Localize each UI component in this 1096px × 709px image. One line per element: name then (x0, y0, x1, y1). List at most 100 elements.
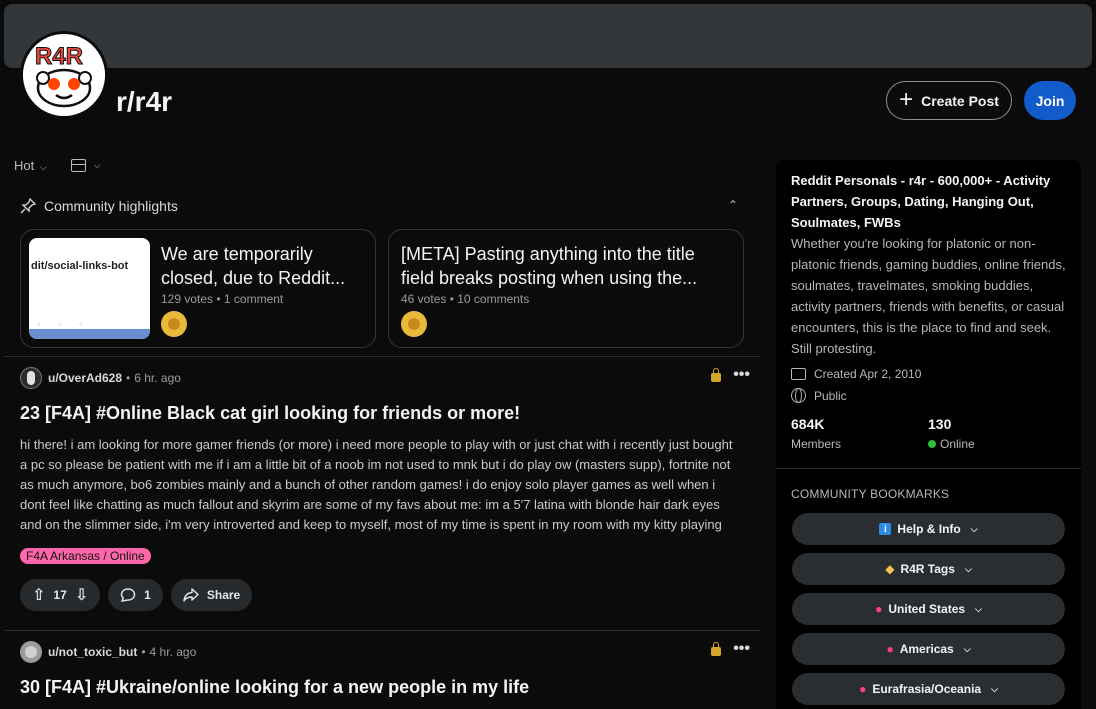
highlight-card[interactable]: dit/social-links-bot ○ ○ ○ We are temporar… (20, 229, 376, 348)
r4r-logo: R4R (23, 34, 105, 116)
pushpin-icon: ● (859, 682, 867, 696)
moderator-avatar (401, 311, 427, 337)
pushpin-icon: ● (875, 602, 883, 616)
join-button[interactable]: Join (1024, 81, 1076, 120)
chevron-down-icon: ⌵ (991, 683, 998, 694)
post-actions: ••• (711, 367, 750, 383)
chevron-down-icon: ⌵ (39, 162, 47, 172)
post-author[interactable]: u/OverAd628 (48, 371, 122, 385)
vote-control: ⇧ 17 ⇩ (20, 579, 101, 611)
separator-dot: • (141, 645, 146, 659)
view-layout-dropdown[interactable]: ⌵ (70, 159, 101, 172)
plus-icon: + (899, 85, 914, 113)
chevron-down-icon: ⌵ (964, 563, 972, 574)
members-label: Members (791, 437, 842, 451)
bookmark-label: R4R Tags (900, 562, 955, 576)
sidebar-divider (776, 468, 1081, 469)
divider (4, 356, 760, 357)
online-count: 130 (928, 416, 952, 432)
online-dot-icon (928, 440, 936, 448)
bookmark-label: United States (888, 602, 966, 616)
bookmark-label: Help & Info (897, 522, 961, 536)
sort-dropdown[interactable]: Hot ⌵ (14, 158, 47, 173)
globe-icon (791, 388, 806, 403)
more-options-icon[interactable]: ••• (733, 641, 750, 657)
community-banner (4, 4, 1092, 68)
post-action-bar: ⇧ 17 ⇩ 1 Share (20, 579, 750, 611)
moderator-avatar (161, 311, 187, 337)
community-highlights-header[interactable]: Community highlights ⌃ (20, 198, 740, 214)
chevron-down-icon: ⌵ (93, 160, 101, 170)
share-button[interactable]: Share (170, 579, 253, 611)
chevron-down-icon: ⌵ (975, 603, 982, 614)
user-avatar[interactable] (20, 367, 42, 389)
post-time: 6 hr. ago (134, 371, 181, 385)
bookmark-label: Americas (899, 642, 954, 656)
pushpin-icon: ● (886, 642, 894, 656)
card-layout-icon (70, 159, 86, 172)
collapse-chevron-icon[interactable]: ⌃ (728, 198, 738, 212)
sidebar-title: Reddit Personals - r4r - 600,000+ - Acti… (791, 173, 1051, 230)
community-sidebar: Reddit Personals - r4r - 600,000+ - Acti… (776, 160, 1081, 709)
bookmark-united-states[interactable]: ● United States ⌵ (792, 593, 1065, 625)
post[interactable]: u/not_toxic_but • 4 hr. ago ••• 30 [F4A]… (20, 641, 750, 699)
lock-icon (711, 641, 722, 656)
thumbnail-icons: ○ ○ ○ (37, 322, 83, 328)
members-stat: 684K Members (791, 416, 841, 451)
comment-count: 1 (144, 588, 151, 602)
cake-icon (791, 368, 806, 380)
share-icon (183, 588, 199, 602)
visibility: Public (814, 388, 847, 403)
comment-icon (120, 588, 136, 602)
thumbnail-text: dit/social-links-bot (31, 260, 129, 272)
post[interactable]: u/OverAd628 • 6 hr. ago ••• 23 [F4A] #On… (20, 367, 750, 611)
online-stat: 130 Online (928, 416, 975, 451)
create-post-button[interactable]: + Create Post (886, 81, 1012, 120)
upvote-icon[interactable]: ⇧ (32, 585, 45, 605)
info-icon: i (879, 523, 892, 535)
chevron-down-icon: ⌵ (970, 523, 978, 534)
bookmarks-heading: COMMUNITY BOOKMARKS (791, 487, 950, 501)
bookmark-americas[interactable]: ● Americas ⌵ (792, 633, 1065, 665)
sort-bar: Hot ⌵ ⌵ (14, 158, 101, 173)
bookmark-label: Eurafrasia/Oceania (872, 682, 982, 696)
post-author[interactable]: u/not_toxic_but (48, 645, 137, 659)
bookmark-r4r-tags[interactable]: ◆ R4R Tags ⌵ (792, 553, 1065, 585)
comments-button[interactable]: 1 (108, 579, 163, 611)
post-header: u/OverAd628 • 6 hr. ago ••• (20, 367, 750, 389)
highlights-heading: Community highlights (44, 198, 178, 214)
tag-icon: ◆ (885, 562, 895, 576)
sidebar-description: Whether you're looking for platonic or n… (791, 236, 1066, 356)
post-title[interactable]: 30 [F4A] #Ukraine/online looking for a n… (20, 675, 750, 699)
divider (4, 630, 760, 631)
post-title[interactable]: 23 [F4A] #Online Black cat girl looking … (20, 401, 750, 425)
highlight-title: [META] Pasting anything into the title f… (401, 244, 698, 288)
vote-count: 17 (53, 588, 67, 602)
sort-selected: Hot (14, 158, 35, 173)
members-count: 684K (791, 416, 825, 432)
online-label-row: Online (928, 437, 975, 451)
online-label: Online (940, 437, 975, 451)
logo-text: R4R (35, 43, 83, 70)
user-avatar[interactable] (20, 641, 42, 663)
created-date: Created Apr 2, 2010 (814, 367, 922, 381)
thumbnail-bar (29, 329, 150, 339)
created-date-row: Created Apr 2, 2010 (791, 367, 921, 381)
highlight-thumbnail: dit/social-links-bot ○ ○ ○ (29, 238, 150, 339)
visibility-row: Public (791, 388, 847, 403)
highlight-card[interactable]: [META] Pasting anything into the title f… (388, 229, 744, 348)
post-flair[interactable]: F4A Arkansas / Online (20, 548, 151, 564)
highlight-title: We are temporarily closed, due to Reddit… (161, 244, 346, 288)
pin-icon (20, 198, 36, 214)
community-name: r/r4r (116, 86, 173, 117)
bookmark-help-info[interactable]: i Help & Info ⌵ (792, 513, 1065, 545)
lock-icon (711, 367, 722, 382)
downvote-icon[interactable]: ⇩ (75, 585, 88, 605)
community-avatar: R4R (20, 31, 108, 119)
post-time: 4 hr. ago (149, 645, 197, 659)
highlight-meta: 46 votes • 10 comments (401, 292, 530, 306)
create-post-label: Create Post (921, 92, 999, 109)
post-header: u/not_toxic_but • 4 hr. ago ••• (20, 641, 750, 663)
more-options-icon[interactable]: ••• (733, 367, 750, 383)
bookmark-eurafrasia-oceania[interactable]: ● Eurafrasia/Oceania ⌵ (792, 673, 1065, 705)
